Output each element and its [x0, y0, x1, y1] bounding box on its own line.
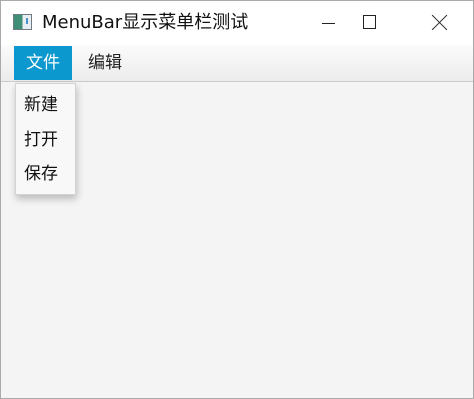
- window-title: MenuBar显示菜单栏测试: [42, 12, 249, 33]
- menu-bar: 文件 编辑: [1, 45, 473, 82]
- close-button[interactable]: [416, 1, 462, 45]
- file-dropdown-menu: 新建 打开 保存: [15, 83, 76, 195]
- title-bar[interactable]: MenuBar显示菜单栏测试: [1, 1, 473, 45]
- menu-item-save[interactable]: 保存: [16, 157, 75, 191]
- app-icon: [13, 14, 32, 30]
- menu-item-new[interactable]: 新建: [16, 88, 75, 122]
- maximize-button[interactable]: [347, 1, 393, 45]
- menu-edit[interactable]: 编辑: [76, 46, 134, 80]
- menu-file[interactable]: 文件: [14, 46, 72, 80]
- menu-item-open[interactable]: 打开: [16, 123, 75, 157]
- application-window: MenuBar显示菜单栏测试 文件 编辑 新建 打开 保存: [0, 0, 474, 399]
